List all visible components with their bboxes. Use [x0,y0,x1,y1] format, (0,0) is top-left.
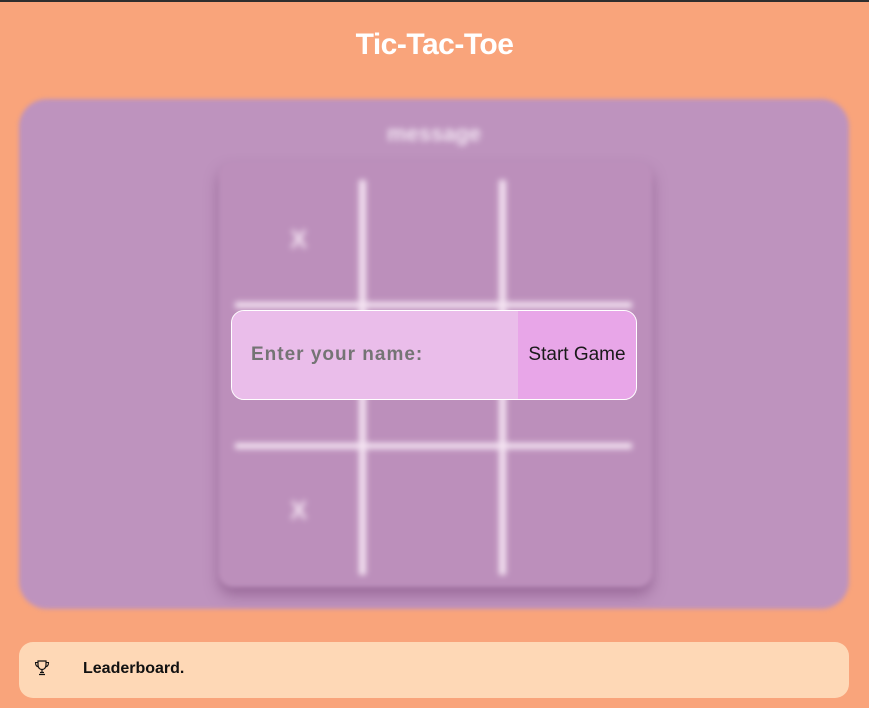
leaderboard-label: Leaderboard. [83,660,185,677]
board-cell-6-mark: X [290,495,308,525]
trophy-icon [33,659,51,677]
page-title: Tic-Tac-Toe [355,28,514,61]
grid-line-horizontal-1 [235,302,632,308]
game-message: message [386,121,482,146]
board-cell-0-mark: X [290,224,308,254]
grid-line-horizontal-2 [235,443,632,449]
leaderboard-toggle[interactable]: Leaderboard. [19,642,849,698]
player-name-form: Start Game [231,310,637,400]
start-game-button[interactable]: Start Game [518,311,636,399]
player-name-input[interactable] [232,311,518,399]
